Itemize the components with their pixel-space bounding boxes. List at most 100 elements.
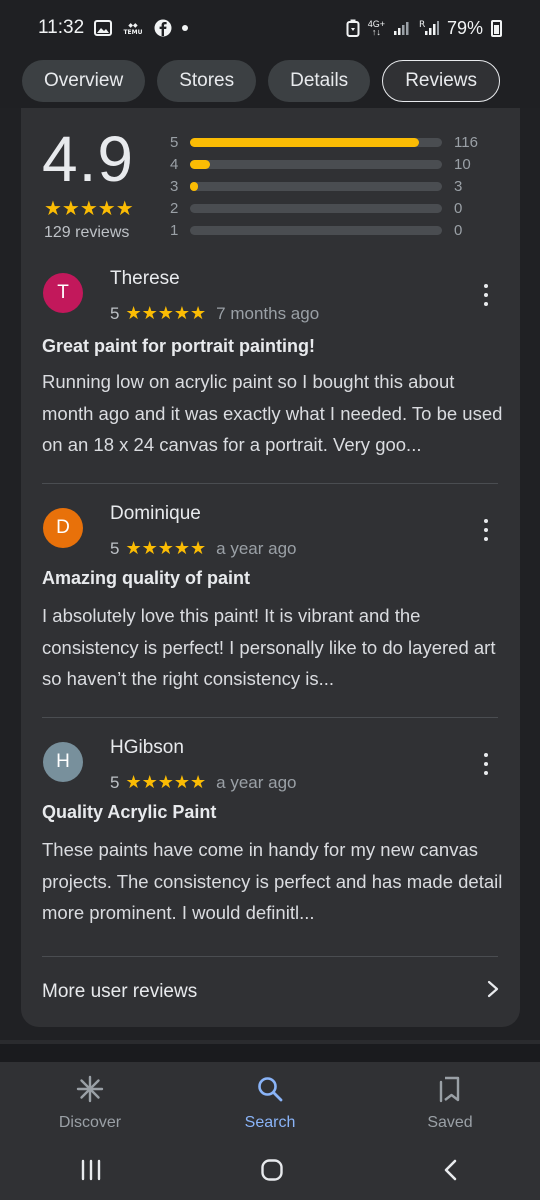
histogram-track xyxy=(190,181,442,191)
image-icon xyxy=(94,20,113,36)
status-right: 4G+ ↑↓ R 79% xyxy=(346,18,502,39)
more-options-icon[interactable] xyxy=(482,284,490,306)
histogram-track xyxy=(190,137,442,147)
review-body[interactable]: Running low on acrylic paint so I bought… xyxy=(42,366,504,461)
status-bar: 11:32 ◆◆ TEMU 4G+ ↑↓ R 79% xyxy=(0,0,540,56)
more-options-icon[interactable] xyxy=(482,519,490,541)
review-title: Great paint for portrait painting! xyxy=(42,336,315,356)
reviews-card: 4.9 ★★★★★ 129 reviews 5 116 4 10 3 3 2 0… xyxy=(21,108,520,1027)
facebook-icon xyxy=(154,19,172,37)
system-navigation-bar xyxy=(0,1144,540,1200)
svg-text:R: R xyxy=(419,20,425,30)
average-rating: 4.9 xyxy=(42,123,134,195)
histogram-label: 1 xyxy=(170,221,179,239)
review-stars: ★★★★★ xyxy=(125,538,207,558)
notification-dot-icon xyxy=(182,25,189,31)
battery-percent: 79% xyxy=(446,17,483,38)
histogram-track xyxy=(190,203,442,213)
review-rating: 5 xyxy=(110,538,120,558)
review-meta: 5 ★★★★★ a year ago xyxy=(110,538,297,559)
tab-details[interactable]: Details xyxy=(268,60,371,102)
svg-text:◆◆: ◆◆ xyxy=(129,22,139,29)
review-author[interactable]: HGibson xyxy=(110,737,184,759)
nav-saved[interactable]: Saved xyxy=(380,1075,520,1132)
histogram-row-4: 4 10 xyxy=(170,155,500,173)
bottom-separator xyxy=(0,1040,540,1064)
svg-text:TEMU: TEMU xyxy=(124,29,143,36)
nav-label: Discover xyxy=(58,1113,122,1131)
home-icon[interactable] xyxy=(260,1158,284,1187)
review-meta: 5 ★★★★★ a year ago xyxy=(110,772,297,793)
nav-label: Search xyxy=(244,1113,296,1131)
back-icon[interactable] xyxy=(441,1158,461,1187)
review-date: a year ago xyxy=(216,772,297,792)
status-time: 11:32 xyxy=(38,17,85,38)
nav-search[interactable]: Search xyxy=(200,1075,340,1132)
avatar[interactable]: H xyxy=(43,742,83,782)
nav-discover[interactable]: Discover xyxy=(20,1075,160,1132)
chevron-right-icon xyxy=(486,979,500,1005)
histogram-row-2: 2 0 xyxy=(170,199,500,217)
histogram-fill xyxy=(190,137,420,147)
more-user-reviews-label: More user reviews xyxy=(42,981,198,1002)
tab-overview[interactable]: Overview xyxy=(22,60,146,102)
bottom-navigation: Discover Search Saved xyxy=(0,1062,540,1144)
review-stars: ★★★★★ xyxy=(125,303,207,323)
review-item: H HGibson 5 ★★★★★ a year ago Quality Acr… xyxy=(21,727,520,953)
battery-icon xyxy=(491,19,502,37)
review-date: 7 months ago xyxy=(216,303,320,323)
average-stars: ★★★★★ xyxy=(44,198,134,220)
histogram-fill xyxy=(190,159,211,169)
review-rating: 5 xyxy=(110,772,120,792)
histogram-row-3: 3 3 xyxy=(170,177,500,195)
histogram-label: 3 xyxy=(170,177,179,195)
discover-icon xyxy=(76,1075,104,1108)
histogram-row-1: 1 0 xyxy=(170,221,500,239)
network-type-icon: 4G+ ↑↓ xyxy=(368,20,385,37)
review-divider xyxy=(42,956,498,957)
review-rating: 5 xyxy=(110,303,120,323)
review-date: a year ago xyxy=(216,538,297,558)
temu-icon: ◆◆ TEMU xyxy=(122,20,144,36)
review-author[interactable]: Therese xyxy=(110,268,180,290)
review-divider xyxy=(42,717,498,718)
histogram-track xyxy=(190,225,442,235)
histogram-count: 3 xyxy=(454,177,463,195)
roaming-signal-icon: R xyxy=(419,19,439,37)
recent-apps-icon[interactable] xyxy=(79,1159,103,1186)
more-user-reviews-link[interactable]: More user reviews xyxy=(42,977,500,1007)
histogram-row-5: 5 116 xyxy=(170,133,500,151)
review-divider xyxy=(42,483,498,484)
histogram-count: 0 xyxy=(454,199,463,217)
review-author[interactable]: Dominique xyxy=(110,503,201,525)
tab-stores[interactable]: Stores xyxy=(157,60,257,102)
status-left: 11:32 ◆◆ TEMU xyxy=(38,17,189,39)
review-meta: 5 ★★★★★ 7 months ago xyxy=(110,303,319,324)
histogram-count: 116 xyxy=(454,133,478,151)
search-icon xyxy=(256,1075,284,1108)
tab-bar: Overview Stores Details Reviews xyxy=(0,54,540,108)
bookmarks-icon xyxy=(436,1075,464,1108)
review-title: Amazing quality of paint xyxy=(42,568,251,588)
histogram-label: 4 xyxy=(170,155,179,173)
review-item: D Dominique 5 ★★★★★ a year ago Amazing q… xyxy=(21,493,520,719)
rating-summary: 4.9 ★★★★★ 129 reviews 5 116 4 10 3 3 2 0… xyxy=(21,108,520,248)
signal-icon xyxy=(393,20,411,36)
histogram-label: 5 xyxy=(170,133,179,151)
avatar[interactable]: D xyxy=(43,508,83,548)
review-item: T Therese 5 ★★★★★ 7 months ago Great pai… xyxy=(21,258,520,484)
histogram-count: 10 xyxy=(454,155,471,173)
more-options-icon[interactable] xyxy=(482,753,490,775)
histogram-track xyxy=(190,159,442,169)
total-review-count: 129 reviews xyxy=(44,224,130,241)
histogram-count: 0 xyxy=(454,221,463,239)
histogram-label: 2 xyxy=(170,199,179,217)
data-saver-icon xyxy=(346,19,360,37)
review-body[interactable]: These paints have come in handy for my n… xyxy=(42,834,504,929)
avatar[interactable]: T xyxy=(43,273,83,313)
review-body[interactable]: I absolutely love this paint! It is vibr… xyxy=(42,600,504,695)
tab-reviews[interactable]: Reviews xyxy=(382,60,500,102)
nav-label: Saved xyxy=(427,1113,473,1131)
histogram-fill xyxy=(190,181,198,191)
review-stars: ★★★★★ xyxy=(125,772,207,792)
